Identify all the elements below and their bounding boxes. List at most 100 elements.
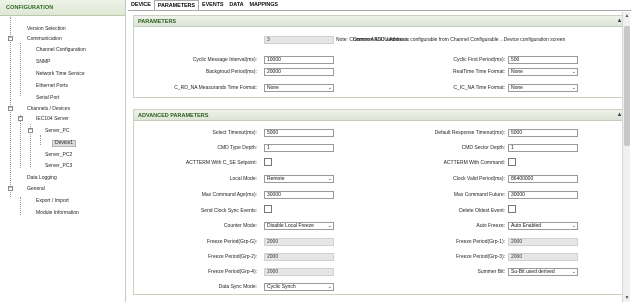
tree-guide — [20, 197, 21, 215]
collapse-icon[interactable]: − — [8, 106, 13, 111]
background-period-input[interactable]: 20000 — [264, 68, 334, 76]
chevron-down-icon: ⌄ — [327, 176, 332, 182]
send-clock-sync-label: Send Clock Sync Events: — [200, 208, 257, 214]
sidebar-item-server-pc[interactable]: Server_PC — [45, 128, 69, 135]
default-response-input[interactable]: 5000 — [508, 129, 578, 137]
sidebar-item-server-pc2[interactable]: Server_PC2 — [45, 152, 72, 159]
tab-divider — [128, 10, 631, 11]
max-command-age-input[interactable]: 30000 — [264, 191, 334, 199]
sidebar-item-serial-port[interactable]: Serial Port — [36, 95, 59, 102]
actterm-setpoint-label: ACTTERM With C_SE Setpoint: — [185, 160, 257, 166]
collapse-icon[interactable]: − — [8, 36, 13, 41]
cyclic-first-label: Cyclic First Period(ms): — [453, 57, 505, 63]
select-timeout-label: Select Timeout(ms): — [212, 130, 257, 136]
freeze-grp-g-label: Freeze Period(Grp-G): — [206, 239, 257, 245]
sidebar-item-communication[interactable]: Communication — [27, 36, 62, 43]
vertical-scrollbar[interactable]: ▲ ▼ — [622, 12, 630, 302]
configuration-sidebar: CONFIGURATION Version Selection − Commun… — [0, 0, 126, 302]
counter-mode-select[interactable]: Disable Local Freeze ⌄ — [264, 222, 334, 230]
send-clock-sync-checkbox[interactable] — [264, 205, 272, 213]
sidebar-item-snmp[interactable]: SNMP — [36, 59, 50, 66]
cmd-type-depth-label: CMD Type Depth: — [217, 145, 257, 151]
cmd-sector-depth-label: CMD Sector Depth: — [461, 145, 505, 151]
clock-valid-label: Clock Valid Period(ms): — [453, 176, 505, 182]
config-tree: Version Selection − Communication Channe… — [0, 17, 125, 302]
tree-guide — [20, 43, 21, 96]
background-period-label: Backgroud Period(ms): — [205, 69, 257, 75]
chevron-down-icon: ⌄ — [327, 284, 332, 290]
chevron-down-icon: ⌄ — [571, 223, 576, 229]
sidebar-item-export-import[interactable]: Export / Import — [36, 198, 69, 205]
chevron-down-icon: ⌄ — [327, 85, 332, 91]
actterm-command-checkbox[interactable] — [508, 158, 516, 166]
actterm-setpoint-checkbox[interactable] — [264, 158, 272, 166]
sidebar-item-data-logging[interactable]: Data Logging — [27, 175, 57, 182]
sidebar-item-version-selection[interactable]: Version Selection — [27, 26, 66, 33]
sidebar-item-channel-configuration[interactable]: Channel Configuration — [36, 47, 86, 54]
collapse-icon[interactable]: − — [28, 128, 33, 133]
auto-freeze-label: Auto Freeze: — [476, 223, 505, 229]
scroll-down-icon[interactable]: ▼ — [623, 294, 631, 302]
cic-format-label: C_IC_NA Time Format: — [453, 85, 505, 91]
freeze-grp-3-label: Freeze Period(Grp-3): — [456, 254, 505, 260]
max-command-age-label: Max Command Age(ms): — [201, 192, 257, 198]
cyclic-interval-input[interactable]: 10000 — [264, 56, 334, 64]
delete-oldest-checkbox[interactable] — [508, 205, 516, 213]
freeze-grp-2-field: 2000 — [264, 253, 334, 261]
common-asdu-field: 3 — [264, 36, 334, 44]
sidebar-item-network-time-service[interactable]: Network Time Service — [36, 71, 85, 78]
scrollbar-thumb[interactable] — [624, 26, 630, 146]
parameters-panel: PARAMETERS ▲ Common ASDU Address: 3 Note… — [133, 15, 628, 98]
parameters-panel-header: PARAMETERS ▲ — [134, 16, 627, 27]
freeze-grp-4-field: 2000 — [264, 268, 334, 276]
cyclic-first-input[interactable]: 500 — [508, 56, 578, 64]
auto-freeze-select[interactable]: Auto Enabled ⌄ — [508, 222, 578, 230]
sidebar-item-general[interactable]: General — [27, 186, 45, 193]
freeze-grp-4-label: Freeze Period(Grp-4): — [208, 269, 257, 275]
cic-format-select[interactable]: None ⌄ — [508, 84, 578, 92]
select-timeout-input[interactable]: 5000 — [264, 129, 334, 137]
sidebar-item-module-information[interactable]: Module Information — [36, 210, 79, 217]
tree-guide — [20, 115, 21, 168]
crd-format-select[interactable]: None ⌄ — [264, 84, 334, 92]
scroll-up-icon[interactable]: ▲ — [623, 12, 631, 20]
clock-valid-input[interactable]: 86400000 — [508, 175, 578, 183]
sidebar-item-iec104-server[interactable]: IEC104 Server — [36, 116, 69, 123]
freeze-grp-g-field: 2000 — [264, 238, 334, 246]
chevron-down-icon: ⌄ — [571, 85, 576, 91]
chevron-down-icon: ⌄ — [571, 69, 576, 75]
realtime-format-label: RealTime Time Format: — [452, 69, 505, 75]
crd-format-label: C_RD_NA Measurands Time Format: — [174, 85, 257, 91]
local-mode-select[interactable]: Remote ⌄ — [264, 175, 334, 183]
max-command-future-label: Max Command Future: — [453, 192, 505, 198]
actterm-command-label: ACTTERM With Command: — [443, 160, 505, 166]
cmd-type-depth-input[interactable]: 1 — [264, 144, 334, 152]
chevron-down-icon: ⌄ — [571, 269, 576, 275]
advanced-panel-title: ADVANCED PARAMETERS — [138, 113, 209, 119]
collapse-icon[interactable]: − — [8, 186, 13, 191]
tree-guide — [40, 135, 41, 145]
summer-bit-select[interactable]: Su-Bit used derived ⌄ — [508, 268, 578, 276]
freeze-grp-1-label: Freeze Period(Grp-1): — [456, 239, 505, 245]
common-asdu-note: Note: Common ASDU address is configurabl… — [336, 37, 566, 43]
sidebar-title: CONFIGURATION — [0, 0, 125, 16]
sidebar-item-device1[interactable]: Device1 — [52, 140, 77, 147]
sidebar-item-server-pc3[interactable]: Server_PC3 — [45, 163, 72, 170]
cyclic-interval-label: Cyclic Message Interval(ms): — [192, 57, 257, 63]
local-mode-label: Local Mode: — [229, 176, 257, 182]
realtime-format-select[interactable]: None ⌄ — [508, 68, 578, 76]
freeze-grp-1-field: 2000 — [508, 238, 578, 246]
chevron-down-icon: ⌄ — [327, 223, 332, 229]
cmd-sector-depth-input[interactable]: 1 — [508, 144, 578, 152]
collapse-icon[interactable]: − — [18, 116, 23, 121]
advanced-parameters-panel: ADVANCED PARAMETERS ▲ Select Timeout(ms)… — [133, 109, 628, 295]
counter-mode-label: Counter Mode: — [223, 223, 257, 229]
parameters-panel-title: PARAMETERS — [138, 19, 177, 25]
freeze-grp-2-label: Freeze Period(Grp-2): — [208, 254, 257, 260]
sidebar-item-ethernet-ports[interactable]: Ethernet Ports — [36, 83, 68, 90]
advanced-panel-header: ADVANCED PARAMETERS ▲ — [134, 110, 627, 121]
max-command-future-input[interactable]: 30000 — [508, 191, 578, 199]
freeze-grp-3-field: 2000 — [508, 253, 578, 261]
sidebar-item-channels-devices[interactable]: Channels / Devices — [27, 106, 70, 113]
data-sync-mode-select[interactable]: Cyclic Synch ⌄ — [264, 283, 334, 291]
